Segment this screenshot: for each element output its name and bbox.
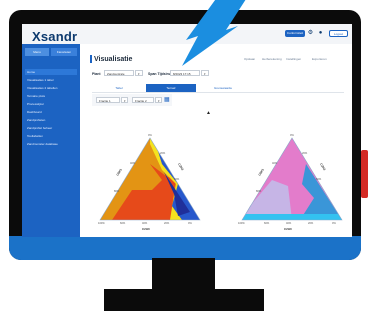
grid-icon[interactable]: ▦ [164,97,170,103]
plant-select-toggle[interactable]: ▾ [135,70,143,76]
svg-text:C0H1: C0H1 [115,168,123,177]
app-logo: Xsandr [32,29,78,44]
tab-limits[interactable]: Grenswaarde [198,84,248,92]
fraction2-toggle[interactable]: ▾ [155,97,162,103]
svg-text:0%: 0% [332,221,336,225]
sidebar-item[interactable]: Visualisaties 2 tabellen [25,85,77,91]
fraction1-select[interactable]: Fractie 1 [96,97,120,103]
svg-text:0%: 0% [188,221,192,225]
tab-divider [92,92,344,93]
side-indicator [361,150,368,198]
svg-text:C2H0: C2H0 [142,227,150,231]
sidebar-item[interactable]: Proceswijzer [25,101,77,107]
chevron-down-icon: ▾ [124,99,126,103]
lightning-arrow [182,0,246,66]
cursor-icon: ▲ [206,110,211,116]
sidebar-item[interactable]: Zandprofielen [25,117,77,123]
span-select-toggle[interactable]: ▾ [201,70,209,76]
svg-text:80%: 80% [114,189,120,193]
sidebar-item[interactable]: Zandmonster database [25,141,77,147]
chevron-down-icon: ▾ [138,72,140,76]
recalc-link[interactable]: Herberekening [262,57,282,61]
svg-text:60%: 60% [316,177,322,181]
title-accent [90,55,92,63]
svg-text:40%: 40% [272,161,278,165]
ternary-charts: 100% 60% 40% 20% 0% 0% 40% 80% 20% 60% C… [98,133,343,231]
fraction1-toggle[interactable]: ▾ [121,97,128,103]
conformity-button[interactable]: Conformiteit [285,30,305,37]
svg-text:40%: 40% [286,221,292,225]
svg-text:100%: 100% [238,221,245,225]
svg-text:20%: 20% [308,221,314,225]
svg-text:0%: 0% [148,133,152,137]
fraction2-select[interactable]: Fractie 2 [132,97,154,103]
tab-table[interactable]: Tabel [94,84,144,92]
svg-text:40%: 40% [142,221,148,225]
help-icon[interactable]: ⚙ [307,30,314,37]
svg-text:20%: 20% [160,151,166,155]
chevron-down-icon: ▾ [158,99,160,103]
svg-text:80%: 80% [256,189,262,193]
plant-label: Plant [92,72,101,76]
svg-text:C2H3: C2H3 [319,162,327,171]
region-cyan [242,214,342,220]
sidebar-item[interactable]: Tooltabellen [25,133,77,139]
svg-text:C2H0: C2H0 [284,227,292,231]
sidebar-item[interactable]: Ternaire plots [25,93,77,99]
sidebar: Menu Favorieten Home Visualisaties 1 tab… [22,44,80,237]
ternary-left: 100% 60% 40% 20% 0% 0% 40% 80% 20% 60% C… [98,133,201,231]
svg-text:60%: 60% [120,221,126,225]
tab-favorites[interactable]: Favorieten [51,48,77,56]
monitor-neck [152,258,215,291]
monitor-chin [9,236,361,260]
arrow-graphic [182,0,246,66]
svg-text:20%: 20% [164,221,170,225]
span-label: Span Tijdsinv. [148,72,172,76]
monitor-base [104,289,264,311]
svg-text:40%: 40% [130,161,136,165]
ternary-right: 100% 60% 40% 20% 0% 0% 40% 80% 20% 60% C… [238,133,343,231]
account-icon[interactable]: ● [317,30,324,37]
svg-text:60%: 60% [264,221,270,225]
tab-menu[interactable]: Menu [25,48,49,56]
logout-button[interactable]: Logout [329,30,348,37]
span-select[interactable]: 8/2023 17:15 [170,70,200,76]
svg-text:60%: 60% [174,177,180,181]
sidebar-item[interactable]: Dashboard [25,109,77,115]
svg-text:100%: 100% [98,221,105,225]
sidebar-item[interactable]: Zandprofiel beheer [25,125,77,131]
svg-text:0%: 0% [290,133,294,137]
svg-text:C2H3: C2H3 [177,162,185,171]
svg-text:C0H1: C0H1 [257,168,265,177]
tab-ternary[interactable]: Ternair [146,84,196,92]
export-link[interactable]: Exporteren [312,57,327,61]
svg-text:20%: 20% [302,151,308,155]
plant-select[interactable]: Zandcentrale [104,70,134,76]
page-title: Visualisatie [94,56,133,63]
chevron-down-icon: ▾ [204,72,206,76]
sidebar-item[interactable]: Visualisaties 1 tabel [25,77,77,83]
sidebar-item-home[interactable]: Home [25,69,77,75]
settings-link[interactable]: Instellingen [286,57,301,61]
